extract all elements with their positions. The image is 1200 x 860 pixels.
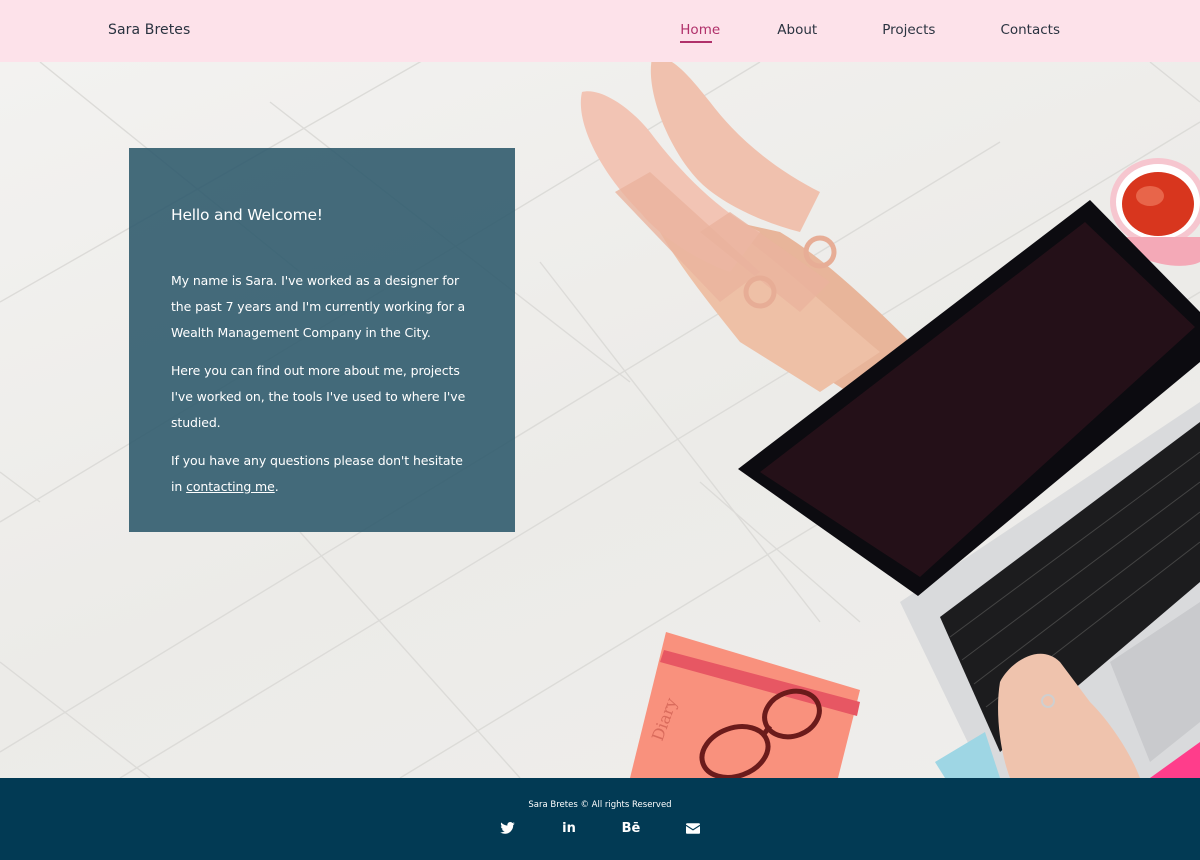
nav-about[interactable]: About xyxy=(777,22,817,38)
linkedin-icon: in xyxy=(562,820,576,836)
twitter-icon xyxy=(499,822,515,834)
behance-icon: Bē xyxy=(621,820,641,836)
linkedin-link[interactable]: in xyxy=(556,818,582,838)
nav-projects[interactable]: Projects xyxy=(882,22,935,38)
hero-section: Diary Hello and Welcome! My name is Sara… xyxy=(0,62,1200,778)
contact-period: . xyxy=(274,479,279,494)
welcome-card: Hello and Welcome! My name is Sara. I've… xyxy=(129,148,515,532)
diary-notebook: Diary xyxy=(630,632,860,778)
brand-logo-link[interactable]: Sara Bretes xyxy=(108,22,190,38)
intro-paragraph: My name is Sara. I've worked as a design… xyxy=(171,273,466,340)
welcome-title: Hello and Welcome! xyxy=(171,206,323,224)
email-link[interactable] xyxy=(680,818,706,838)
envelope-icon xyxy=(686,822,700,834)
site-footer: Sara Bretes © All rights Reserved in Bē xyxy=(0,778,1200,860)
shoes xyxy=(580,62,837,312)
nav-contacts[interactable]: Contacts xyxy=(1000,22,1060,38)
copyright-text: Sara Bretes © All rights Reserved xyxy=(528,800,672,810)
info-paragraph: Here you can find out more about me, pro… xyxy=(171,363,466,430)
main-nav: Home About Projects Contacts xyxy=(680,22,1060,43)
nav-home[interactable]: Home xyxy=(680,22,720,43)
social-links: in Bē xyxy=(0,818,1200,838)
behance-link[interactable]: Bē xyxy=(618,818,644,838)
contact-link[interactable]: contacting me xyxy=(186,479,275,494)
contact-paragraph: If you have any questions please don't h… xyxy=(171,448,473,500)
twitter-link[interactable] xyxy=(494,818,520,838)
site-header: Sara Bretes Home About Projects Contacts xyxy=(0,0,1200,62)
